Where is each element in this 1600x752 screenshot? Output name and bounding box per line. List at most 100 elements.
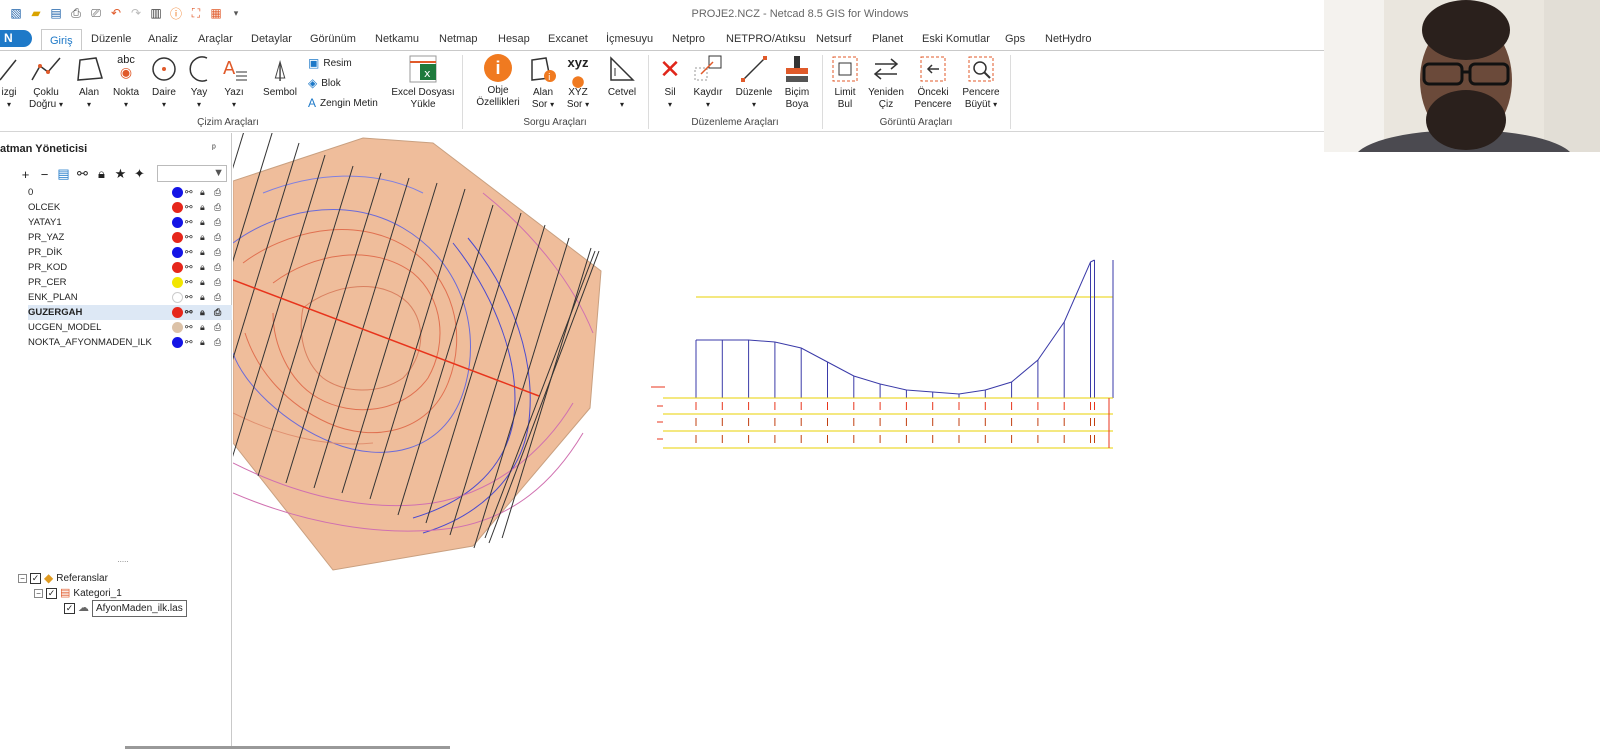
print-icon[interactable]: ⎙	[214, 200, 221, 215]
add-layer-icon[interactable]: +	[18, 167, 33, 182]
layer-row[interactable]: ENK_PLAN ⚯ 🔒︎ ⎙	[28, 290, 232, 305]
limit-bul-button[interactable]: Limit Bul	[828, 54, 862, 111]
yeniden-ciz-button[interactable]: Yeniden Çiz	[866, 54, 906, 111]
tab-excanet[interactable]: Excanet	[540, 28, 596, 50]
layer-color-swatch[interactable]	[172, 217, 183, 228]
print-icon[interactable]: ⎙	[214, 290, 221, 305]
yay-button[interactable]: Yay ▾	[184, 54, 214, 111]
tab-netpro[interactable]: Netpro	[664, 28, 713, 50]
lock-icon[interactable]: 🔒︎	[200, 305, 205, 320]
layer-row[interactable]: UCGEN_MODEL ⚯ 🔒︎ ⎙	[28, 320, 232, 335]
layer-color-swatch[interactable]	[172, 187, 183, 198]
alan-button[interactable]: Alan ▾	[72, 54, 106, 111]
layer-color-swatch[interactable]	[172, 337, 183, 348]
lock-icon[interactable]: 🔒︎	[200, 260, 205, 275]
pencere-buyut-button[interactable]: Pencere Büyüt ▾	[960, 54, 1002, 111]
panel-splitter[interactable]: .....	[14, 556, 232, 565]
visibility-icon[interactable]: ⚯	[185, 200, 193, 215]
cetvel-button[interactable]: Cetvel ▾	[604, 54, 640, 111]
visibility-icon[interactable]: ⚯	[185, 260, 193, 275]
duzenle-button[interactable]: Düzenle ▾	[734, 54, 774, 111]
tab-hesap[interactable]: Hesap	[490, 28, 538, 50]
print-icon[interactable]: ⎙	[214, 245, 221, 260]
layer-row[interactable]: 0 ⚯ 🔒︎ ⎙	[28, 185, 232, 200]
excel-yukle-button[interactable]: x Excel Dosyası Yükle	[390, 54, 456, 111]
tab-nethydro[interactable]: NetHydro	[1037, 28, 1099, 50]
tree-node-referanslar[interactable]: − ✓ ◆ Referanslar	[18, 571, 108, 586]
layer-properties-icon[interactable]: ▤	[56, 166, 71, 182]
filter-icon[interactable]: ▼	[213, 167, 224, 179]
visibility-icon[interactable]: ⚯	[185, 290, 193, 305]
lock-icon[interactable]: 🔒︎	[94, 166, 109, 182]
lock-icon[interactable]: 🔒︎	[200, 275, 205, 290]
layer-color-swatch[interactable]	[172, 307, 183, 318]
cizgi-button[interactable]: izgi ▾	[0, 54, 18, 111]
tab-netmap[interactable]: Netmap	[431, 28, 486, 50]
lock-icon[interactable]: 🔒︎	[200, 245, 205, 260]
lock-icon[interactable]: 🔒︎	[200, 215, 205, 230]
visibility-icon[interactable]: ⚯	[185, 245, 193, 260]
layer-row[interactable]: PR_KOD ⚯ 🔒︎ ⎙	[28, 260, 232, 275]
onceki-pencere-button[interactable]: Önceki Pencere	[912, 54, 954, 111]
pin-icon[interactable]: ᵖ	[212, 143, 216, 154]
tab-gps[interactable]: Gps	[997, 28, 1033, 50]
layer-row[interactable]: PR_CER ⚯ 🔒︎ ⎙	[28, 275, 232, 290]
tab-duzenle[interactable]: Düzenle	[83, 28, 139, 50]
layer-color-swatch[interactable]	[172, 262, 183, 273]
bicim-boya-button[interactable]: Biçim Boya	[780, 54, 814, 111]
tab-netkamu[interactable]: Netkamu	[367, 28, 427, 50]
kaydir-button[interactable]: Kaydır ▾	[690, 54, 726, 111]
tab-araclar[interactable]: Araçlar	[190, 28, 241, 50]
lock-icon[interactable]: 🔒︎	[200, 320, 205, 335]
coklu-dogru-button[interactable]: Çoklu Doğru ▾	[26, 54, 66, 111]
lock-icon[interactable]: 🔒︎	[200, 200, 205, 215]
tab-planet[interactable]: Planet	[864, 28, 911, 50]
lock-icon[interactable]: 🔒︎	[200, 185, 205, 200]
tab-detaylar[interactable]: Detaylar	[243, 28, 300, 50]
visibility-icon[interactable]: ⚯	[185, 185, 193, 200]
print-icon[interactable]: ⎙	[214, 305, 221, 320]
layer-color-swatch[interactable]	[172, 247, 183, 258]
visibility-icon[interactable]: ⚯	[185, 230, 193, 245]
layer-row[interactable]: GUZERGAH ⚯ 🔒︎ ⎙	[28, 305, 232, 320]
tab-eski-komutlar[interactable]: Eski Komutlar	[914, 28, 998, 50]
yazi-button[interactable]: A Yazı ▾	[218, 54, 250, 111]
tab-icmesuyu[interactable]: İçmesuyu	[598, 28, 661, 50]
app-logo[interactable]: N	[0, 30, 32, 47]
print-icon[interactable]: ⎙	[214, 230, 221, 245]
layer-row[interactable]: PR_YAZ ⚯ 🔒︎ ⎙	[28, 230, 232, 245]
print-icon[interactable]: ⎙	[214, 275, 221, 290]
lock-icon[interactable]: 🔒︎	[200, 230, 205, 245]
collapse-icon[interactable]: −	[34, 589, 43, 598]
favorite-add-icon[interactable]: ✦	[132, 166, 147, 182]
referanslar-checkbox[interactable]: ✓	[30, 573, 41, 584]
visibility-icon[interactable]: ⚯	[185, 215, 193, 230]
visibility-icon[interactable]: ⚯	[185, 320, 193, 335]
visibility-icon[interactable]: ⚯	[185, 305, 193, 320]
visibility-icon[interactable]: ⚯	[185, 275, 193, 290]
print-icon[interactable]: ⎙	[214, 320, 221, 335]
lock-icon[interactable]: 🔒︎	[200, 290, 205, 305]
layer-filter-input[interactable]: ▼	[157, 165, 227, 182]
zengin-metin-button[interactable]: A Zengin Metin	[308, 96, 378, 110]
print-icon[interactable]: ⎙	[214, 335, 221, 350]
xyz-sor-button[interactable]: xyz ⬤ XYZ Sor ▾	[562, 54, 594, 111]
layer-color-swatch[interactable]	[172, 322, 183, 333]
daire-button[interactable]: Daire ▾	[148, 54, 180, 111]
kategori-checkbox[interactable]: ✓	[46, 588, 57, 599]
layer-row[interactable]: PR_DİK ⚯ 🔒︎ ⎙	[28, 245, 232, 260]
layer-row[interactable]: NOKTA_AFYONMADEN_ILK ⚯ 🔒︎ ⎙	[28, 335, 232, 350]
obje-ozellikleri-button[interactable]: i Obje Özellikleri	[472, 54, 524, 109]
layer-color-swatch[interactable]	[172, 277, 183, 288]
layer-color-swatch[interactable]	[172, 202, 183, 213]
tab-gorunum[interactable]: Görünüm	[302, 28, 364, 50]
drawing-area[interactable]	[149, 127, 1600, 749]
blok-button[interactable]: ◈ Blok	[308, 76, 341, 90]
layer-row[interactable]: YATAY1 ⚯ 🔒︎ ⎙	[28, 215, 232, 230]
nokta-button[interactable]: abc ◉ Nokta ▾	[110, 54, 142, 111]
remove-layer-icon[interactable]: −	[37, 167, 52, 182]
layer-color-swatch[interactable]	[172, 292, 183, 303]
layer-color-swatch[interactable]	[172, 232, 183, 243]
layer-row[interactable]: OLCEK ⚯ 🔒︎ ⎙	[28, 200, 232, 215]
tab-netsurf[interactable]: Netsurf	[808, 28, 859, 50]
